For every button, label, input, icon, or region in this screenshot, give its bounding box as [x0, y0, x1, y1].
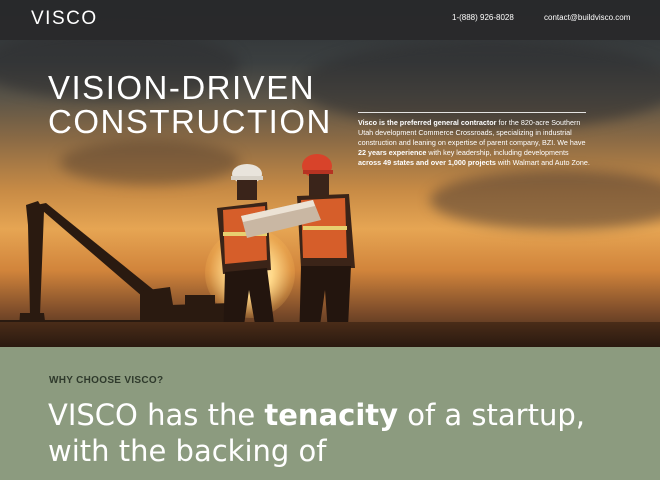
hero-section: VISCO 1-(888) 926-8028 contact@buildvisc… [0, 0, 660, 347]
workers-silhouette [217, 154, 355, 347]
hero-description: Visco is the preferred general contracto… [358, 118, 590, 168]
section-headline: VISCO has the tenacity of a startup, wit… [48, 397, 608, 469]
hero-title-line1: VISION-DRIVEN [48, 69, 316, 106]
headline-pre: VISCO has the [48, 398, 265, 432]
desc-bold-projects: across 49 states and over 1,000 projects [358, 158, 496, 167]
cloud [430, 170, 660, 230]
section-eyebrow: WHY CHOOSE VISCO? [49, 375, 164, 386]
hero-title: VISION-DRIVEN CONSTRUCTION [48, 71, 332, 139]
phone-link[interactable]: 1-(888) 926-8028 [452, 13, 514, 22]
why-choose-section: WHY CHOOSE VISCO? VISCO has the tenacity… [0, 347, 660, 480]
desc-text-3: with Walmart and Auto Zone. [495, 158, 590, 167]
headline-bold: tenacity [264, 398, 399, 432]
ground [0, 322, 660, 347]
brand-logo[interactable]: VISCO [31, 8, 98, 30]
desc-bold-years: 22 years experience [358, 148, 427, 157]
top-nav-bar: VISCO 1-(888) 926-8028 contact@buildvisc… [0, 0, 660, 40]
desc-bold-lead: Visco is the preferred general contracto… [358, 118, 497, 127]
cloud [300, 40, 660, 130]
desc-text-2: with key leadership, including developme… [426, 148, 569, 157]
divider [358, 112, 586, 113]
hero-title-line2: CONSTRUCTION [48, 103, 332, 140]
email-link[interactable]: contact@buildvisco.com [544, 13, 630, 22]
